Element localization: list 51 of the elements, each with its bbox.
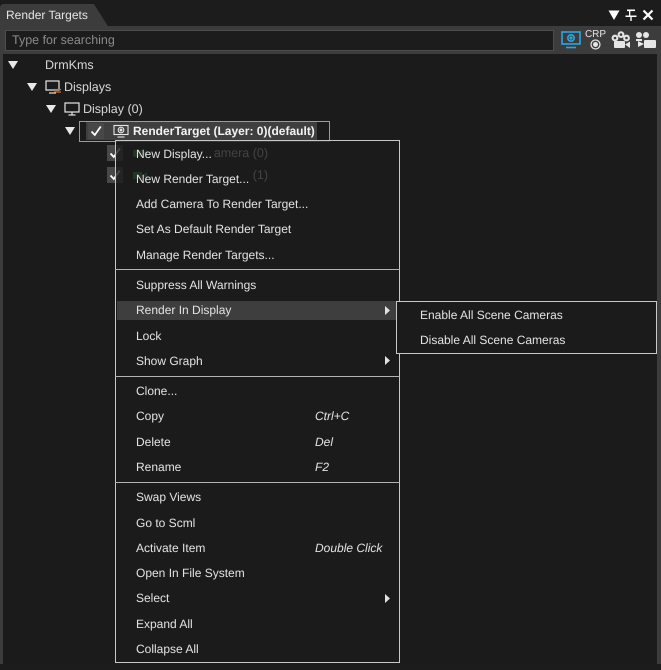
- submenu-arrow-icon: [385, 356, 390, 366]
- checkbox[interactable]: [88, 123, 104, 139]
- menu-item[interactable]: Manage Render Targets...: [117, 245, 278, 264]
- menu-item[interactable]: Delete Del: [117, 432, 336, 452]
- monitor-icon: [64, 102, 80, 116]
- pin-icon[interactable]: [625, 8, 637, 20]
- menu-item[interactable]: Render In Display: [117, 300, 398, 320]
- tree-item[interactable]: DrmKms: [22, 54, 97, 76]
- menu-item[interactable]: Set As Default Render Target: [117, 220, 294, 239]
- menu-item[interactable]: Select: [117, 588, 398, 608]
- monitor-stack-icon: [45, 80, 61, 94]
- dropdown-icon[interactable]: [608, 8, 620, 20]
- crp-toggle-button[interactable]: CRP: [584, 28, 607, 52]
- menu-item[interactable]: New Display...: [117, 144, 215, 164]
- shortcut-label: Ctrl+C: [315, 409, 350, 424]
- cameras-icon: [610, 30, 631, 50]
- tree-item[interactable]: Displays: [41, 76, 114, 98]
- menu-item[interactable]: Rename F2: [117, 458, 332, 477]
- menu-item[interactable]: Suppress All Warnings: [117, 276, 260, 295]
- menu-item[interactable]: Activate Item Double Click: [117, 538, 386, 558]
- search-field[interactable]: Type for searching: [5, 30, 554, 50]
- tree-item[interactable]: RenderTarget (Layer: 0)(default): [79, 120, 330, 142]
- menu-item[interactable]: Swap Views: [117, 488, 204, 507]
- menu-item[interactable]: Disable All Scene Cameras: [398, 330, 568, 350]
- menu-item[interactable]: Show Graph: [117, 351, 398, 370]
- submenu-arrow-icon: [385, 306, 390, 315]
- ring-icon: [590, 39, 601, 50]
- expand-arrow-icon[interactable]: [46, 105, 56, 113]
- menu-item[interactable]: Expand All: [117, 614, 196, 634]
- menu-item[interactable]: Go to Scml: [117, 513, 198, 532]
- menu-item[interactable]: Copy Ctrl+C: [117, 406, 352, 426]
- panel-tab[interactable]: Render Targets: [0, 4, 108, 26]
- submenu-arrow-icon: [385, 594, 390, 603]
- shortcut-label: Double Click: [315, 540, 382, 555]
- expand-arrow-icon[interactable]: [64, 127, 74, 135]
- menu-item[interactable]: Lock: [117, 326, 164, 346]
- menu-item[interactable]: New Render Target...: [117, 169, 252, 188]
- shortcut-label: F2: [315, 460, 330, 474]
- expand-arrow-icon[interactable]: [8, 61, 18, 69]
- monitor-target-icon: [113, 124, 129, 138]
- monitor-icon: [560, 31, 580, 49]
- menu-item[interactable]: Add Camera To Render Target...: [117, 194, 312, 214]
- tree-item[interactable]: Display (0): [60, 98, 146, 120]
- shortcut-label: Del: [315, 434, 334, 449]
- expand-arrow-icon[interactable]: [26, 83, 36, 91]
- menu-item[interactable]: Enable All Scene Cameras: [398, 305, 566, 324]
- menu-item[interactable]: Clone...: [117, 382, 180, 401]
- menu-item[interactable]: Open In File System: [117, 564, 248, 583]
- menu-item[interactable]: Collapse All: [117, 639, 202, 658]
- close-icon[interactable]: [642, 8, 654, 20]
- video-camera-icon: [634, 30, 656, 50]
